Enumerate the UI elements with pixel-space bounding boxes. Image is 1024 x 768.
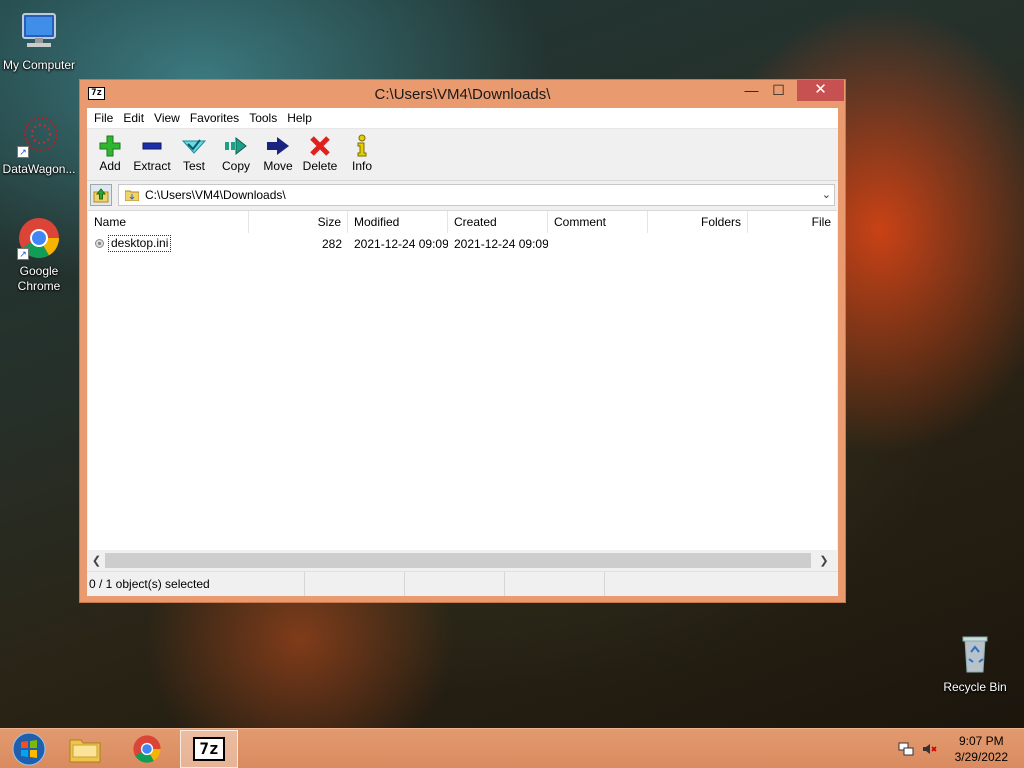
computer-icon	[17, 10, 61, 54]
recycle-bin-icon	[953, 632, 997, 676]
delete-label: Delete	[302, 159, 338, 173]
taskbar-chrome[interactable]	[118, 730, 176, 768]
file-size: 282	[321, 236, 342, 251]
column-headers: Name Size Modified Created Comment Folde…	[88, 211, 837, 233]
clock-date: 3/29/2022	[954, 750, 1008, 764]
column-header-modified[interactable]: Modified	[348, 211, 448, 233]
taskbar-file-explorer[interactable]	[56, 730, 114, 768]
chrome-icon	[133, 735, 161, 763]
copy-arrow-icon	[215, 133, 257, 159]
add-label: Add	[99, 159, 121, 173]
menu-tools[interactable]: Tools	[244, 108, 282, 128]
desktop-icon-datawagon[interactable]: ↗ DataWagon...	[0, 114, 78, 177]
title-bar[interactable]: 7z C:\Users\VM4\Downloads\ — ☐ ✕	[80, 80, 845, 108]
column-header-size[interactable]: Size	[249, 211, 348, 233]
address-field[interactable]: C:\Users\VM4\Downloads\ ⌄	[118, 184, 835, 206]
desktop-icon-recycle-bin[interactable]: Recycle Bin	[936, 632, 1014, 695]
start-button[interactable]	[0, 730, 58, 768]
scroll-left-icon[interactable]: ❮	[88, 554, 105, 567]
scrollbar-thumb[interactable]	[105, 553, 811, 568]
column-header-name[interactable]: Name	[88, 211, 249, 233]
scroll-right-icon[interactable]: ❯	[811, 554, 837, 567]
menu-view[interactable]: View	[149, 108, 185, 128]
address-path: C:\Users\VM4\Downloads\	[145, 188, 286, 202]
file-list: Name Size Modified Created Comment Folde…	[88, 210, 837, 550]
clock-time: 9:07 PM	[958, 734, 1004, 748]
column-header-folders[interactable]: Folders	[648, 211, 748, 233]
7zip-taskbar-icon: 7z	[193, 737, 225, 761]
windows-start-icon	[12, 732, 46, 766]
file-name[interactable]: desktop.ini	[108, 235, 172, 252]
chrome-icon: ↗	[17, 216, 61, 260]
toolbar: Add Extract Test Copy Move Delete Info	[87, 129, 838, 181]
table-row[interactable]: desktop.ini 282 2021-12-24 09:09 2021-12…	[88, 233, 837, 254]
desktop-icon-label: Google Chrome	[17, 264, 61, 293]
window-client-area: File Edit View Favorites Tools Help Add …	[87, 108, 838, 596]
up-folder-button[interactable]	[90, 184, 112, 206]
desktop-icon-label: My Computer	[2, 58, 76, 72]
chevron-down-icon[interactable]: ⌄	[822, 188, 831, 201]
test-button[interactable]: Test	[173, 133, 215, 180]
add-button[interactable]: Add	[89, 133, 131, 180]
up-arrow-icon	[93, 188, 109, 203]
file-modified: 2021-12-24 09:09	[354, 236, 448, 251]
delete-x-icon	[299, 133, 341, 159]
menu-favorites[interactable]: Favorites	[185, 108, 244, 128]
column-header-files[interactable]: File	[748, 211, 837, 233]
move-label: Move	[263, 159, 293, 173]
column-header-created[interactable]: Created	[448, 211, 548, 233]
check-icon	[173, 133, 215, 159]
7zip-window: 7z C:\Users\VM4\Downloads\ — ☐ ✕ File Ed…	[79, 79, 846, 603]
desktop-icon-label: Recycle Bin	[943, 680, 1007, 694]
file-created: 2021-12-24 09:09	[454, 236, 548, 251]
volume-muted-icon[interactable]	[922, 741, 938, 757]
menu-edit[interactable]: Edit	[118, 108, 149, 128]
shortcut-arrow-icon: ↗	[17, 248, 29, 260]
status-selection: 0 / 1 object(s) selected	[87, 572, 305, 596]
test-label: Test	[182, 159, 205, 173]
status-cell-4	[505, 572, 605, 596]
desktop-icon-google-chrome[interactable]: ↗ Google Chrome	[0, 216, 78, 294]
status-cell-2	[305, 572, 405, 596]
file-explorer-icon	[69, 739, 101, 763]
status-bar: 0 / 1 object(s) selected	[87, 571, 838, 596]
taskbar: 7z 9:07 PM 3/29/2022	[0, 728, 1024, 768]
taskbar-7zip[interactable]: 7z	[180, 730, 238, 768]
menu-bar: File Edit View Favorites Tools Help	[87, 108, 838, 129]
info-button[interactable]: Info	[341, 133, 383, 180]
maximize-button[interactable]: ☐	[765, 80, 792, 101]
desktop-icon-label: DataWagon...	[2, 162, 76, 176]
shortcut-arrow-icon: ↗	[17, 146, 29, 158]
extract-button[interactable]: Extract	[131, 133, 173, 180]
menu-help[interactable]: Help	[282, 108, 317, 128]
move-button[interactable]: Move	[257, 133, 299, 180]
folder-icon	[124, 189, 140, 202]
window-title: C:\Users\VM4\Downloads\	[374, 86, 551, 103]
info-icon	[341, 133, 383, 159]
info-label: Info	[351, 159, 372, 173]
move-arrow-icon	[257, 133, 299, 159]
network-icon[interactable]	[898, 741, 914, 757]
minus-icon	[131, 133, 173, 159]
menu-file[interactable]: File	[89, 108, 118, 128]
column-header-comment[interactable]: Comment	[548, 211, 648, 233]
minimize-button[interactable]: —	[738, 80, 765, 101]
datawagon-icon: ↗	[17, 114, 61, 158]
close-button[interactable]: ✕	[797, 80, 844, 101]
extract-label: Extract	[133, 159, 171, 173]
desktop-icon-my-computer[interactable]: My Computer	[0, 10, 78, 73]
address-bar: C:\Users\VM4\Downloads\ ⌄	[87, 181, 838, 209]
settings-file-icon	[93, 237, 106, 250]
delete-button[interactable]: Delete	[299, 133, 341, 180]
copy-label: Copy	[221, 159, 250, 173]
copy-button[interactable]: Copy	[215, 133, 257, 180]
clock[interactable]: 9:07 PM 3/29/2022	[955, 733, 1008, 765]
horizontal-scrollbar[interactable]: ❮ ❯	[88, 552, 837, 569]
plus-icon	[89, 133, 131, 159]
status-cell-3	[405, 572, 505, 596]
